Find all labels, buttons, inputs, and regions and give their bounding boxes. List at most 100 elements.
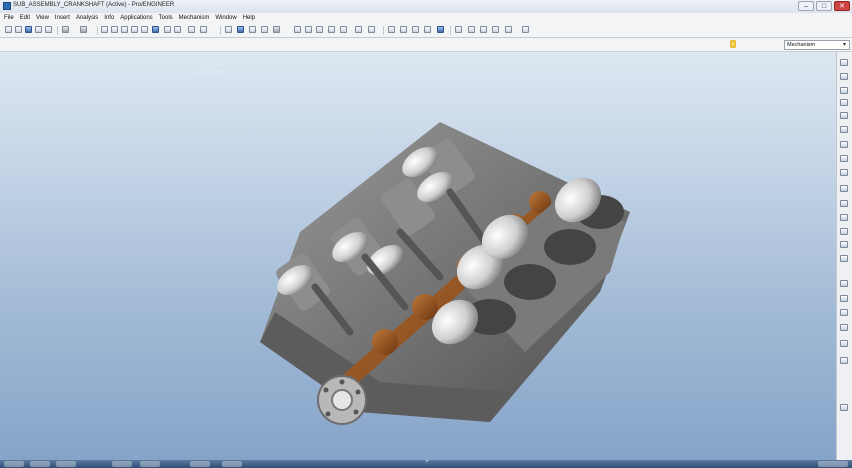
connection-icon[interactable] <box>840 309 848 316</box>
playback-icon[interactable] <box>840 126 848 133</box>
save-icon[interactable] <box>25 26 32 33</box>
mass-properties-icon[interactable] <box>840 295 848 302</box>
datum-planes-icon[interactable] <box>455 26 462 33</box>
select-icon[interactable] <box>164 26 171 33</box>
analysis-icon[interactable] <box>840 112 848 119</box>
minimize-button[interactable]: – <box>798 1 814 11</box>
taskbar-button[interactable] <box>140 461 160 467</box>
orient-mode-icon[interactable] <box>249 26 256 33</box>
context-help-icon[interactable] <box>522 26 529 33</box>
menu-mechanism[interactable]: Mechanism <box>179 15 210 21</box>
drag-components-icon[interactable] <box>840 73 848 80</box>
zoom-icon[interactable] <box>305 26 312 33</box>
paste-special-icon[interactable] <box>131 26 138 33</box>
refit-icon[interactable] <box>328 26 335 33</box>
spring-icon[interactable] <box>840 214 848 221</box>
selection-filter-dropdown[interactable]: Mechanism ▾ <box>784 40 850 50</box>
force-icon[interactable] <box>840 241 848 248</box>
undo-icon[interactable] <box>62 26 69 33</box>
layer-icon[interactable] <box>188 26 195 33</box>
slot-icon[interactable] <box>840 185 848 192</box>
bushing-icon[interactable] <box>840 324 848 331</box>
no-hidden-icon[interactable] <box>412 26 419 33</box>
toolbar-separator <box>97 26 98 35</box>
flywheel <box>317 375 367 425</box>
chevron-up-icon[interactable]: ⌃ <box>421 460 433 468</box>
annotations-icon[interactable] <box>505 26 512 33</box>
view-manager-icon[interactable] <box>294 26 301 33</box>
taskbar-button[interactable] <box>30 461 50 467</box>
envelope-icon[interactable] <box>840 357 848 364</box>
box-select-icon[interactable] <box>200 26 207 33</box>
menu-info[interactable]: Info <box>104 15 114 21</box>
shading-icon[interactable] <box>273 26 280 33</box>
menu-tools[interactable]: Tools <box>159 15 173 21</box>
status-light-icon[interactable] <box>730 40 736 48</box>
coordinate-systems-icon[interactable] <box>492 26 499 33</box>
layers-icon[interactable] <box>368 26 375 33</box>
zoom-out-icon[interactable] <box>316 26 323 33</box>
hidden-line-icon[interactable] <box>400 26 407 33</box>
menu-insert[interactable]: Insert <box>55 15 70 21</box>
saved-views-icon[interactable] <box>355 26 362 33</box>
taskbar-clock[interactable] <box>818 461 848 467</box>
menu-analysis[interactable]: Analysis <box>76 15 98 21</box>
measures-icon[interactable] <box>840 141 848 148</box>
regenerate-mech-icon[interactable] <box>840 87 848 94</box>
redraw-icon[interactable] <box>225 26 232 33</box>
toolbar-separator <box>57 26 58 35</box>
taskbar-button[interactable] <box>112 461 132 467</box>
shaded-icon[interactable] <box>424 26 431 33</box>
initial-condition-icon[interactable] <box>840 280 848 287</box>
maximize-button[interactable]: □ <box>816 1 832 11</box>
zoom-in-icon[interactable] <box>261 26 268 33</box>
taskbar-button[interactable] <box>56 461 76 467</box>
enhanced-realism-icon[interactable] <box>437 26 444 33</box>
right-feature-toolbar <box>836 52 852 460</box>
mech-connect-icon[interactable] <box>840 59 848 66</box>
reorient-icon[interactable] <box>340 26 347 33</box>
belt-icon[interactable] <box>840 200 848 207</box>
find-icon[interactable] <box>152 26 159 33</box>
measure-result-icon[interactable] <box>840 404 848 411</box>
taskbar-button[interactable] <box>190 461 210 467</box>
taskbar-button[interactable] <box>222 461 242 467</box>
menu-edit[interactable]: Edit <box>20 15 30 21</box>
copy-icon[interactable] <box>111 26 118 33</box>
damper-icon[interactable] <box>840 228 848 235</box>
graphics-viewport[interactable]: T=n = 5.80 <box>0 52 836 460</box>
toolbar-separator <box>450 26 451 35</box>
menu-bar: File Edit View Insert Analysis Info Appl… <box>0 13 852 23</box>
new-file-icon[interactable] <box>5 26 12 33</box>
datum-axes-icon[interactable] <box>468 26 475 33</box>
menu-help[interactable]: Help <box>243 15 255 21</box>
trace-curve-icon[interactable] <box>840 340 848 347</box>
secondary-toolbar <box>0 38 852 52</box>
datum-points-icon[interactable] <box>480 26 487 33</box>
close-button[interactable]: ✕ <box>834 1 850 11</box>
gear-icon[interactable] <box>840 155 848 162</box>
open-file-icon[interactable] <box>15 26 22 33</box>
menu-window[interactable]: Window <box>215 15 236 21</box>
spin-center-icon[interactable] <box>237 26 244 33</box>
menu-view[interactable]: View <box>36 15 49 21</box>
print-icon[interactable] <box>35 26 42 33</box>
component-icon[interactable] <box>174 26 181 33</box>
servo-motor-icon[interactable] <box>840 99 848 106</box>
paste-icon[interactable] <box>121 26 128 33</box>
redo-icon[interactable] <box>80 26 87 33</box>
regenerate-icon[interactable] <box>141 26 148 33</box>
viewport-label: T=n = 5.80 <box>198 70 223 76</box>
gravity-icon[interactable] <box>840 255 848 262</box>
menu-applications[interactable]: Applications <box>120 15 152 21</box>
toolbar-separator <box>220 26 221 35</box>
email-icon[interactable] <box>45 26 52 33</box>
menu-file[interactable]: File <box>4 15 14 21</box>
proe-app-icon[interactable] <box>3 2 11 10</box>
toolbar-separator <box>383 26 384 35</box>
wireframe-icon[interactable] <box>388 26 395 33</box>
v8-engine-model[interactable] <box>240 82 640 452</box>
cut-icon[interactable] <box>101 26 108 33</box>
cam-icon[interactable] <box>840 169 848 176</box>
taskbar-button[interactable] <box>4 461 24 467</box>
